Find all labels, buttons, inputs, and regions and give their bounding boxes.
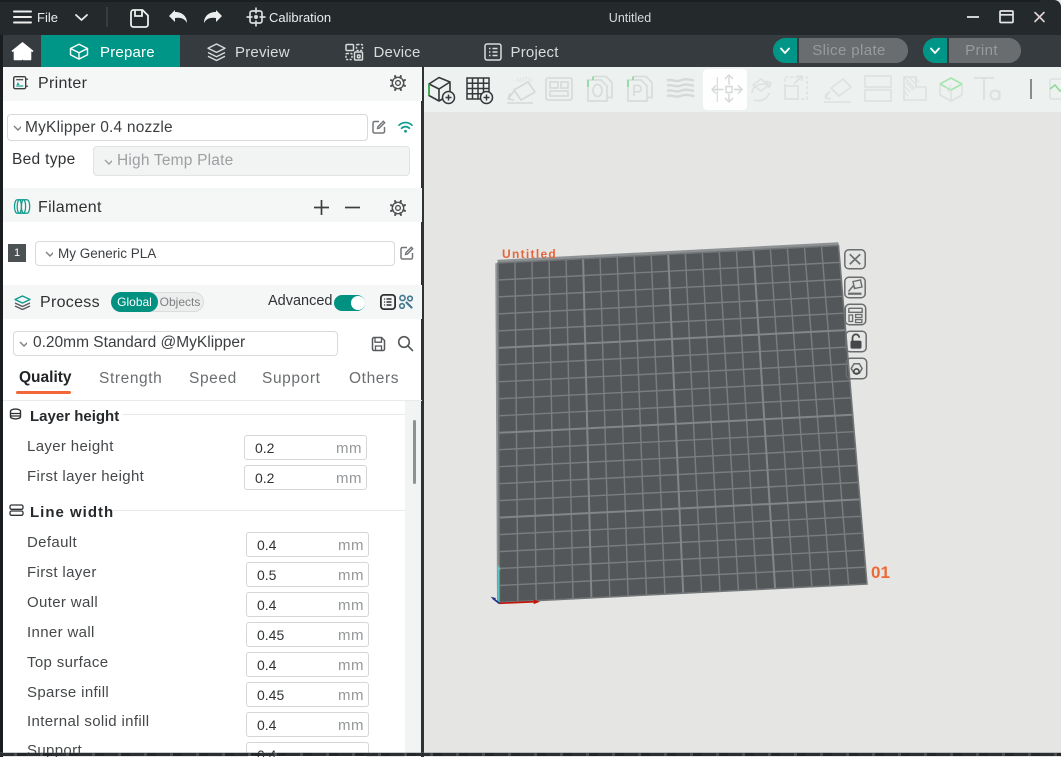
svg-text:Preview: Preview (235, 44, 290, 61)
svg-text:01: 01 (871, 563, 890, 582)
svg-text:Untitled: Untitled (502, 247, 557, 261)
svg-text:Prepare: Prepare (100, 44, 155, 61)
svg-text:File: File (37, 10, 58, 25)
svg-text:Project: Project (511, 44, 560, 61)
svg-text:Device: Device (374, 44, 421, 61)
svg-text:Untitled: Untitled (609, 11, 651, 25)
svg-text:Calibration: Calibration (269, 10, 331, 25)
svg-text:AUTO: AUTO (516, 78, 533, 84)
